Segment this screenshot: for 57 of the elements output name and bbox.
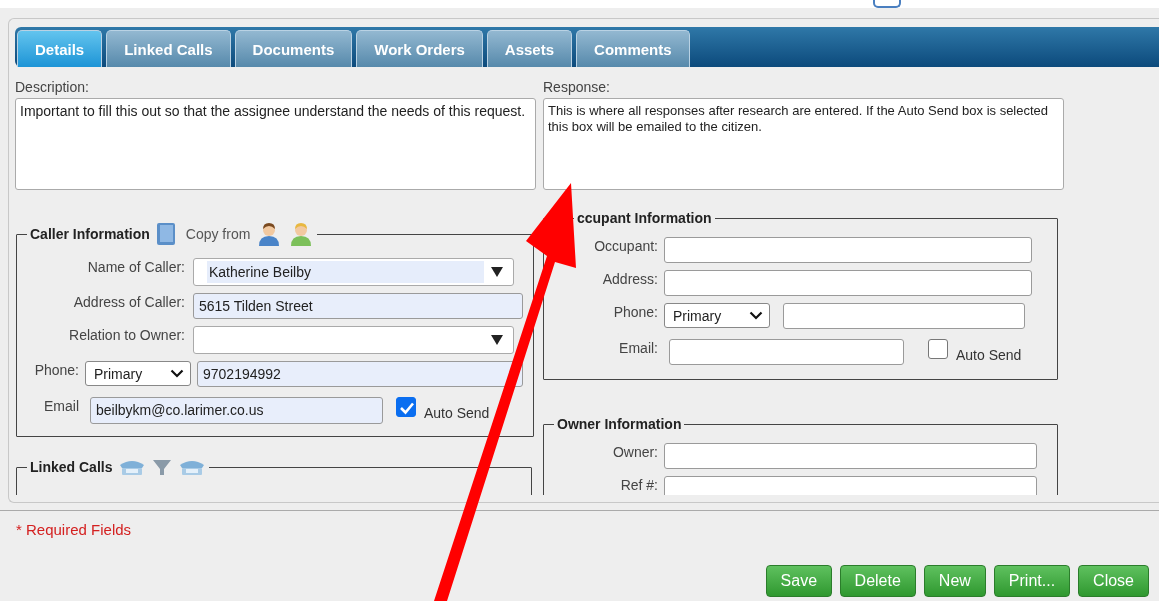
field-label: Relation to Owner: <box>68 326 185 343</box>
field-label: Email: <box>618 339 658 356</box>
chevron-icon <box>749 311 763 320</box>
checkbox-label: Auto Send <box>956 346 1022 363</box>
field-label: Occupant: <box>593 237 658 254</box>
phone-type-select[interactable]: Primary <box>85 361 191 386</box>
field-label: Ref #: <box>619 476 658 493</box>
copy-from-label: Copy from <box>185 226 251 242</box>
section-title: Owner Information <box>557 416 682 432</box>
action-button[interactable]: Close <box>1078 565 1149 597</box>
section-title: Caller Information <box>30 226 150 242</box>
input-field[interactable] <box>664 237 1032 263</box>
funnel-icon <box>152 459 173 475</box>
field-label: Address of Caller: <box>72 293 185 310</box>
field-label: Owner: <box>611 443 658 460</box>
checkbox[interactable] <box>928 339 948 359</box>
input-field[interactable]: 5615 Tilden Street <box>193 293 523 319</box>
action-button[interactable]: Save <box>765 565 832 597</box>
input-field[interactable] <box>664 443 1037 469</box>
tab[interactable]: Work Orders <box>356 30 483 67</box>
section-title: ccupant Information <box>577 210 712 226</box>
section-title: Linked Calls <box>30 459 113 475</box>
book-icon <box>155 222 176 246</box>
field-label: Email <box>43 397 79 414</box>
tab[interactable]: Documents <box>234 30 353 67</box>
description-textarea[interactable]: Important to fill this out so that the assignee understand the needs of this request. <box>15 98 536 190</box>
tab[interactable]: Comments <box>576 30 690 67</box>
email-field[interactable] <box>669 339 904 365</box>
field-label: Name of Caller: <box>86 258 185 275</box>
action-button[interactable]: Print... <box>993 565 1071 597</box>
description-label: Description: <box>15 79 90 95</box>
input-field[interactable] <box>664 476 1037 495</box>
checkbox-label: Auto Send <box>424 404 490 421</box>
response-textarea[interactable]: This is where all responses after research are entered. If the Auto Send box is selected this box will be emailed to the citizen. <box>543 98 1064 190</box>
response-label: Response: <box>543 79 611 95</box>
phone-type-select[interactable]: Primary <box>664 303 770 328</box>
phone-icon <box>118 459 147 475</box>
chevron-icon <box>170 369 184 378</box>
dropdown[interactable]: Katherine Beilby <box>193 258 514 286</box>
email-field[interactable]: beilbykm@co.larimer.co.us <box>90 397 383 424</box>
tab[interactable]: Details <box>17 30 103 67</box>
action-button[interactable]: New <box>923 565 986 597</box>
phone-icon <box>178 459 207 475</box>
caret-icon <box>491 335 503 345</box>
phone-field[interactable]: 9702194992 <box>197 361 523 387</box>
tab[interactable]: Assets <box>486 30 573 67</box>
required-fields-note: * Required Fields <box>16 521 133 538</box>
checkbox[interactable] <box>396 397 416 417</box>
dropdown[interactable] <box>193 326 514 354</box>
field-label: Address: <box>601 270 658 287</box>
tab[interactable]: Linked Calls <box>106 30 231 67</box>
caret-icon <box>491 267 503 277</box>
action-button[interactable]: Delete <box>839 565 916 597</box>
field-label: Phone: <box>612 303 658 320</box>
field-label: Phone: <box>33 361 79 378</box>
phone-field[interactable] <box>783 303 1025 329</box>
input-field[interactable] <box>664 270 1032 296</box>
